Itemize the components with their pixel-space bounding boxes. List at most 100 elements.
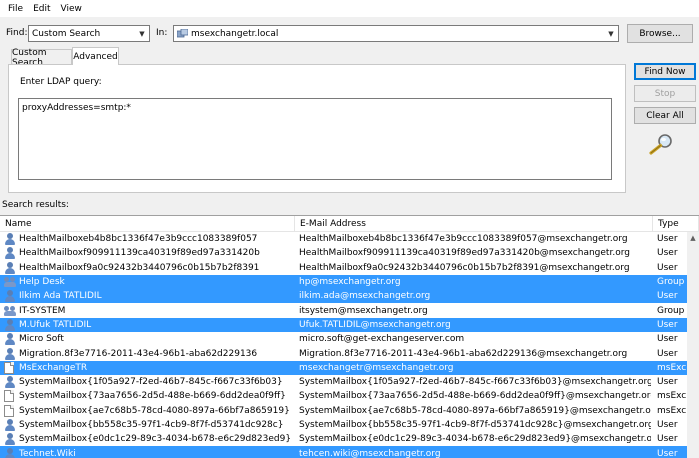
stop-button[interactable]: Stop [634, 85, 696, 102]
table-row[interactable]: Migration.8f3e7716-2011-43e4-96b1-aba62d… [0, 346, 699, 360]
type-cell: User [657, 248, 678, 259]
email-cell: itsystem@msexchangetr.org [299, 305, 428, 316]
name-cell: Migration.8f3e7716-2011-43e4-96b1-aba62d… [4, 346, 292, 360]
menu-view[interactable]: View [56, 4, 87, 14]
name-cell: Technet.Wiki [4, 446, 292, 458]
column-header-name[interactable]: Name [0, 216, 295, 232]
name-text: HealthMailboxf909911139ca40319f89ed97a33… [19, 248, 260, 259]
name-cell: SystemMailbox{ae7c68b5-78cd-4080-897a-66… [4, 404, 292, 418]
in-label: In: [156, 28, 168, 38]
email-cell: HealthMailboxeb4b8bc1336f47e3b9ccc108338… [299, 234, 628, 245]
find-type-dropdown[interactable]: Custom Search ▼ [28, 25, 150, 42]
user-icon [4, 376, 16, 389]
search-results-list[interactable]: Name E-Mail Address Type HealthMailboxeb… [0, 215, 699, 458]
name-text: Ilkim Ada TATLIDIL [19, 291, 102, 302]
user-icon [4, 233, 16, 246]
user-icon [4, 419, 16, 431]
type-cell: msExchS [657, 405, 687, 416]
name-cell: Micro Soft [4, 332, 292, 346]
chevron-down-icon: ▼ [139, 29, 145, 38]
name-text: SystemMailbox{73aa7656-2d5d-488e-b669-6d… [19, 391, 286, 402]
type-cell: User [657, 291, 678, 302]
name-cell: HealthMailboxf9a0c92432b3440796c0b15b7b2… [4, 261, 292, 275]
type-cell: Group [657, 305, 685, 316]
table-row[interactable]: Ilkim Ada TATLIDIL ilkim.ada@msexchangetr… [0, 289, 699, 304]
table-row[interactable]: SystemMailbox{bb558c35-97f1-4cb9-8f7f-d5… [0, 418, 699, 432]
in-location-dropdown[interactable]: msexchangetr.local ▼ [173, 25, 619, 42]
email-cell: SystemMailbox{1f05a927-f2ed-46b7-845c-f6… [299, 377, 651, 388]
find-now-button[interactable]: Find Now [634, 63, 696, 80]
email-cell: Migration.8f3e7716-2011-43e4-96b1-aba62d… [299, 348, 628, 359]
email-cell: tehcen.wiki@msexchangetr.org [299, 448, 441, 458]
name-cell: SystemMailbox{bb558c35-97f1-4cb9-8f7f-d5… [4, 418, 292, 432]
table-row[interactable]: SystemMailbox{1f05a927-f2ed-46b7-845c-f6… [0, 375, 699, 389]
name-cell: HealthMailboxf909911139ca40319f89ed97a33… [4, 246, 292, 260]
email-cell: micro.soft@get-exchangeserver.com [299, 334, 465, 345]
table-row[interactable]: SystemMailbox{e0dc1c29-89c3-4034-b678-e6… [0, 432, 699, 446]
document-icon [4, 404, 14, 417]
type-cell: User [657, 420, 678, 430]
menu-edit[interactable]: Edit [28, 4, 55, 14]
name-cell: IT-SYSTEM [4, 303, 292, 317]
find-label: Find: [6, 28, 28, 38]
search-results-label: Search results: [2, 200, 69, 210]
type-cell: User [657, 434, 678, 445]
menu-bar: File Edit View [0, 0, 699, 17]
table-row[interactable]: SystemMailbox{73aa7656-2d5d-488e-b669-6d… [0, 389, 699, 403]
column-header-email[interactable]: E-Mail Address [295, 216, 653, 232]
results-rows: HealthMailboxeb4b8bc1336f47e3b9ccc108338… [0, 232, 699, 458]
table-row[interactable]: HealthMailboxf9a0c92432b3440796c0b15b7b2… [0, 261, 699, 275]
user-icon [4, 290, 16, 303]
name-text: M.Ufuk TATLIDIL [19, 319, 92, 330]
name-cell: Ilkim Ada TATLIDIL [4, 289, 292, 303]
type-cell: User [657, 348, 678, 359]
name-cell: MsExchangeTR [4, 361, 292, 375]
tab-advanced[interactable]: Advanced [72, 47, 119, 65]
search-magnifier-icon [648, 133, 674, 155]
user-icon [4, 261, 16, 274]
ldap-query-input[interactable]: proxyAddresses=smtp:* [18, 98, 612, 180]
user-icon [4, 247, 16, 260]
user-icon [4, 347, 16, 360]
tab-custom-search[interactable]: Custom Search [11, 48, 72, 68]
type-cell: msExchS [657, 391, 687, 402]
email-cell: HealthMailboxf9a0c92432b3440796c0b15b7b2… [299, 262, 630, 273]
menu-file[interactable]: File [3, 4, 28, 14]
vertical-scrollbar[interactable]: ▲ [687, 232, 699, 458]
scroll-up-icon[interactable]: ▲ [687, 232, 699, 244]
name-text: SystemMailbox{bb558c35-97f1-4cb9-8f7f-d5… [19, 420, 284, 430]
table-row[interactable]: Micro Soft micro.soft@get-exchangeserver.… [0, 332, 699, 346]
table-row[interactable]: M.Ufuk TATLIDIL Ufuk.TATLIDIL@msexchanget… [0, 317, 699, 333]
email-cell: ilkim.ada@msexchangetr.org [299, 291, 431, 302]
table-row[interactable]: Technet.Wiki tehcen.wiki@msexchangetr.org… [0, 446, 699, 458]
name-text: IT-SYSTEM [19, 305, 66, 316]
type-cell: Group [657, 277, 685, 288]
table-row[interactable]: HealthMailboxf909911139ca40319f89ed97a33… [0, 246, 699, 260]
user-icon [4, 433, 16, 446]
name-text: SystemMailbox{1f05a927-f2ed-46b7-845c-f6… [19, 377, 283, 388]
email-cell: HealthMailboxf909911139ca40319f89ed97a33… [299, 248, 630, 259]
group-icon [4, 305, 16, 317]
table-row[interactable]: SystemMailbox{ae7c68b5-78cd-4080-897a-66… [0, 404, 699, 418]
name-text: Technet.Wiki [19, 448, 76, 458]
type-cell: User [657, 334, 678, 345]
document-icon [4, 361, 14, 374]
email-cell: SystemMailbox{e0dc1c29-89c3-4034-b678-e6… [299, 434, 651, 445]
chevron-down-icon: ▼ [608, 29, 614, 38]
name-text: Migration.8f3e7716-2011-43e4-96b1-aba62d… [19, 348, 258, 359]
table-row[interactable]: HealthMailboxeb4b8bc1336f47e3b9ccc108338… [0, 232, 699, 246]
table-row[interactable]: Help Desk hp@msexchangetr.org Group [0, 274, 699, 290]
type-cell: User [657, 262, 678, 273]
name-text: Help Desk [19, 277, 65, 288]
table-row[interactable]: IT-SYSTEM itsystem@msexchangetr.org Group [0, 303, 699, 317]
browse-button[interactable]: Browse... [627, 24, 693, 43]
name-cell: Help Desk [4, 275, 292, 289]
column-header-type[interactable]: Type [653, 216, 699, 232]
group-icon [4, 276, 16, 288]
domain-icon [176, 28, 189, 39]
name-cell: SystemMailbox{73aa7656-2d5d-488e-b669-6d… [4, 389, 292, 403]
email-cell: SystemMailbox{bb558c35-97f1-4cb9-8f7f-d5… [299, 420, 651, 430]
table-row[interactable]: MsExchangeTR msexchangetr@msexchangetr.or… [0, 360, 699, 375]
email-cell: msexchangetr@msexchangetr.org [299, 362, 454, 373]
clear-all-button[interactable]: Clear All [634, 107, 696, 124]
